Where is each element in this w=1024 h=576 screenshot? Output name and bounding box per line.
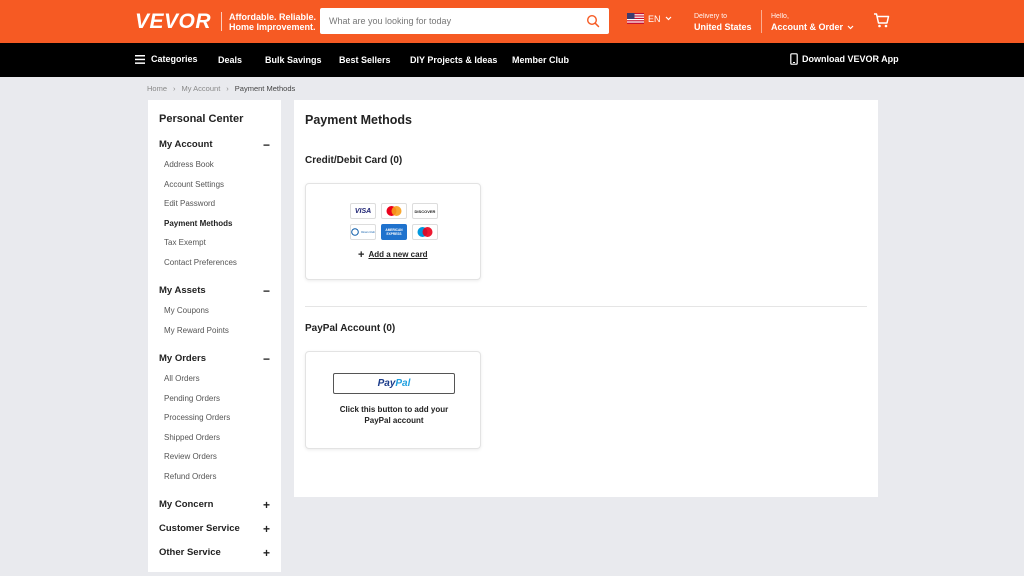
amex-logo-text: AMERICAN EXPRESS xyxy=(385,228,403,236)
plus-icon[interactable]: + xyxy=(263,498,270,512)
chevron-down-icon xyxy=(665,16,671,21)
maestro-icon xyxy=(412,224,438,240)
page-title: Payment Methods xyxy=(305,113,412,127)
mastercard-icon xyxy=(381,203,407,219)
sidebar-item-pending-orders[interactable]: Pending Orders xyxy=(164,394,220,403)
nav-deals[interactable]: Deals xyxy=(218,55,242,65)
visa-logo-text: VISA xyxy=(354,207,372,215)
paypal-button[interactable]: Pay Pal xyxy=(333,373,455,394)
main-panel: Payment Methods Credit/Debit Card (0) VI… xyxy=(294,100,878,497)
main-nav: Categories Deals Bulk Savings Best Selle… xyxy=(0,43,1024,77)
account-label: Account & Order xyxy=(771,22,844,32)
minus-icon[interactable]: − xyxy=(263,352,270,366)
download-app-label: Download VEVOR App xyxy=(802,54,899,64)
sidebar-group-my-orders[interactable]: My Orders − xyxy=(159,352,270,366)
breadcrumb-home[interactable]: Home xyxy=(147,84,167,93)
sidebar-group-label: My Orders xyxy=(159,353,206,364)
chevron-down-icon xyxy=(847,25,854,29)
paypal-box: Pay Pal Click this button to add your Pay… xyxy=(305,351,481,449)
paypal-logo-pal: Pal xyxy=(395,378,411,389)
sidebar-item-my-coupons[interactable]: My Coupons xyxy=(164,306,209,315)
diners-logo-text: Diners Club xyxy=(361,230,375,234)
discover-logo-text: DISCOVER xyxy=(414,208,436,214)
sidebar-item-refund-orders[interactable]: Refund Orders xyxy=(164,472,216,481)
diners-club-icon: Diners Club xyxy=(350,224,376,240)
search-bar xyxy=(320,8,609,34)
delivery-location[interactable]: Delivery to United States xyxy=(694,12,752,32)
add-card-label: Add a new card xyxy=(368,250,428,259)
sidebar-item-address-book[interactable]: Address Book xyxy=(164,160,214,169)
top-header: VEVOR Affordable. Reliable. Home Improve… xyxy=(0,0,1024,43)
logo-divider xyxy=(221,12,222,31)
sidebar-item-account-settings[interactable]: Account Settings xyxy=(164,180,224,189)
sidebar-group-label: My Assets xyxy=(159,285,206,296)
sidebar-group-my-account[interactable]: My Account − xyxy=(159,138,270,152)
sidebar-group-label: Other Service xyxy=(159,547,221,558)
sidebar-group-label: My Concern xyxy=(159,499,214,510)
hamburger-icon xyxy=(135,54,145,64)
us-flag-icon xyxy=(627,13,644,24)
sidebar-item-shipped-orders[interactable]: Shipped Orders xyxy=(164,433,220,442)
sidebar-item-payment-methods[interactable]: Payment Methods xyxy=(164,219,232,228)
nav-bulk-savings[interactable]: Bulk Savings xyxy=(265,55,322,65)
breadcrumb-separator: › xyxy=(226,84,229,93)
sidebar-group-other-service[interactable]: Other Service + xyxy=(159,546,270,560)
sidebar-group-label: Customer Service xyxy=(159,523,240,534)
greeting: Hello, xyxy=(771,13,789,20)
tagline-line-1: Affordable. Reliable. xyxy=(229,12,317,22)
add-card-box[interactable]: VISA DISCOVER Diners Club AMERICAN EXPRE… xyxy=(305,183,481,280)
add-new-card-link[interactable]: + Add a new card xyxy=(358,248,428,261)
download-app-link[interactable]: Download VEVOR App xyxy=(790,53,899,65)
plus-icon[interactable]: + xyxy=(263,522,270,536)
credit-card-section-title: Credit/Debit Card (0) xyxy=(305,155,403,166)
nav-categories[interactable]: Categories xyxy=(135,54,198,64)
minus-icon[interactable]: − xyxy=(263,138,270,152)
nav-diy[interactable]: DIY Projects & Ideas xyxy=(410,55,497,65)
sidebar-group-label: My Account xyxy=(159,139,213,150)
vevor-logo[interactable]: VEVOR xyxy=(135,10,211,34)
breadcrumb: Home › My Account › Payment Methods xyxy=(147,84,295,93)
sidebar-group-customer-service[interactable]: Customer Service + xyxy=(159,522,270,536)
plus-icon: + xyxy=(358,248,365,261)
breadcrumb-my-account[interactable]: My Account xyxy=(182,84,221,93)
phone-icon xyxy=(790,53,798,65)
minus-icon[interactable]: − xyxy=(263,284,270,298)
delivery-label: Delivery to xyxy=(694,13,728,20)
cart-icon[interactable] xyxy=(873,12,890,29)
sidebar-item-tax-exempt[interactable]: Tax Exempt xyxy=(164,238,206,247)
sidebar: Personal Center My Account − Address Boo… xyxy=(148,100,281,572)
header-separator xyxy=(761,10,762,33)
tagline-line-2: Home Improvement. xyxy=(229,22,316,32)
nav-member-club[interactable]: Member Club xyxy=(512,55,569,65)
visa-icon: VISA xyxy=(350,203,376,219)
sidebar-item-contact-preferences[interactable]: Contact Preferences xyxy=(164,258,237,267)
language-selector[interactable]: EN xyxy=(627,13,672,24)
delivery-country: United States xyxy=(694,22,752,32)
language-label: EN xyxy=(648,13,661,24)
section-divider xyxy=(305,306,867,307)
sidebar-item-processing-orders[interactable]: Processing Orders xyxy=(164,413,230,422)
tagline: Affordable. Reliable. Home Improvement. xyxy=(229,12,316,32)
card-logos: VISA DISCOVER Diners Club AMERICAN EXPRE… xyxy=(350,203,438,240)
search-input[interactable] xyxy=(320,8,580,34)
paypal-logo-pay: Pay xyxy=(377,378,396,389)
sidebar-title: Personal Center xyxy=(159,113,244,125)
plus-icon[interactable]: + xyxy=(263,546,270,560)
discover-icon: DISCOVER xyxy=(412,203,438,219)
paypal-description: Click this button to add your PayPal acc… xyxy=(339,405,449,425)
amex-icon: AMERICAN EXPRESS xyxy=(381,224,407,240)
sidebar-item-review-orders[interactable]: Review Orders xyxy=(164,452,217,461)
sidebar-item-all-orders[interactable]: All Orders xyxy=(164,374,200,383)
sidebar-item-my-reward-points[interactable]: My Reward Points xyxy=(164,326,229,335)
sidebar-item-edit-password[interactable]: Edit Password xyxy=(164,199,215,208)
nav-best-sellers[interactable]: Best Sellers xyxy=(339,55,391,65)
breadcrumb-current: Payment Methods xyxy=(234,84,296,93)
search-icon[interactable] xyxy=(586,14,600,28)
paypal-section-title: PayPal Account (0) xyxy=(305,323,396,334)
nav-categories-label: Categories xyxy=(151,54,198,64)
breadcrumb-separator: › xyxy=(173,84,176,93)
sidebar-group-my-assets[interactable]: My Assets − xyxy=(159,284,270,298)
account-menu[interactable]: Hello, Account & Order xyxy=(771,12,854,32)
sidebar-group-my-concern[interactable]: My Concern + xyxy=(159,498,270,512)
